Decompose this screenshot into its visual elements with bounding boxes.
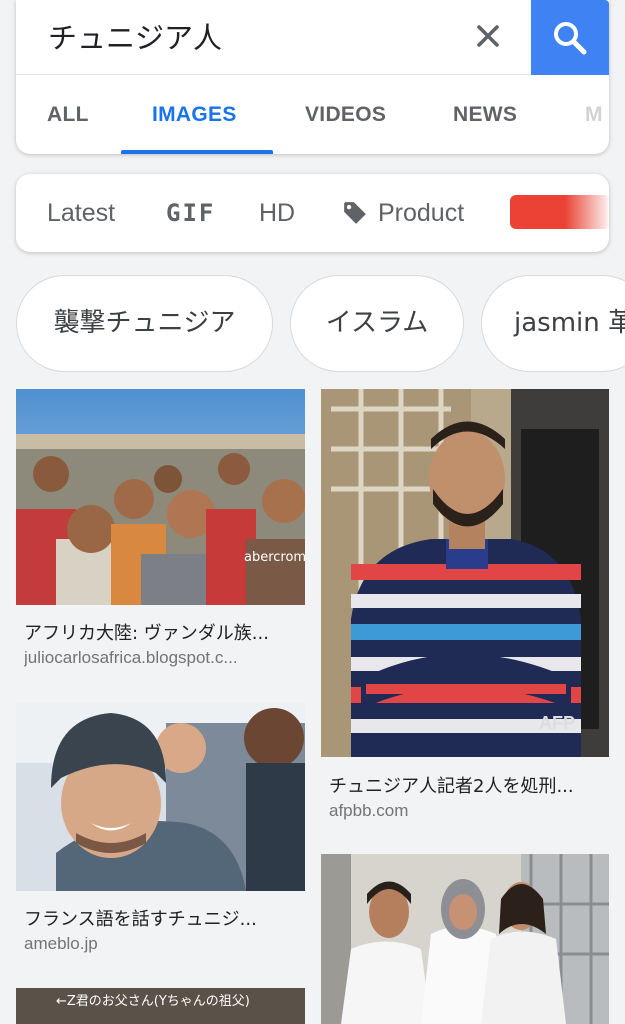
search-icon — [554, 21, 587, 54]
related-chip[interactable]: 襲撃チュニジア — [16, 275, 273, 372]
image-result[interactable] — [321, 854, 610, 1024]
search-button[interactable] — [531, 0, 609, 75]
image-result[interactable]: フランス語を話すチュニジ... ameblo.jp — [16, 703, 305, 963]
filter-bar: Latest GIF HD Product — [16, 174, 609, 252]
close-icon — [477, 25, 499, 47]
filter-gif[interactable]: GIF — [166, 174, 215, 252]
image-result[interactable]: ←Z君のお父さん(Yちゃんの祖父) — [16, 988, 305, 1024]
lab-women-photo — [321, 854, 609, 1024]
tab-videos[interactable]: VIDEOS — [305, 75, 386, 154]
result-source: afpbb.com — [329, 801, 409, 820]
tab-all[interactable]: ALL — [47, 75, 89, 154]
tab-news[interactable]: NEWS — [453, 75, 517, 154]
image-search-page: ALL IMAGES VIDEOS NEWS M Latest GIF HD P… — [0, 0, 625, 1024]
image-result[interactable]: abercromb アフリカ大陸: ヴァンダル族... juliocarlosa… — [16, 389, 305, 679]
result-thumbnail: ←Z君のお父さん(Yちゃんの祖父) — [16, 988, 305, 1024]
result-title: チュニジア人記者2人を処刑... — [329, 776, 574, 797]
children-photo: abercromb — [16, 389, 305, 605]
result-title: アフリカ大陸: ヴァンダル族... — [24, 623, 269, 644]
search-card: ALL IMAGES VIDEOS NEWS M — [16, 0, 609, 154]
tag-icon — [344, 202, 366, 224]
filter-product[interactable]: Product — [378, 174, 464, 252]
result-thumbnail: abercromb — [16, 389, 305, 605]
result-title: フランス語を話すチュニジ... — [24, 909, 257, 930]
active-tab-indicator — [121, 150, 273, 154]
tab-more[interactable]: M — [585, 75, 603, 154]
result-thumbnail — [321, 854, 609, 1024]
related-chip[interactable]: jasmin 革 — [481, 275, 625, 372]
search-input[interactable] — [46, 16, 446, 56]
clear-search-button[interactable] — [468, 16, 508, 56]
search-bar — [16, 0, 609, 75]
related-chip[interactable]: イスラム — [290, 275, 464, 372]
search-tabs: ALL IMAGES VIDEOS NEWS M — [16, 75, 609, 154]
tab-images[interactable]: IMAGES — [152, 75, 237, 154]
filter-latest[interactable]: Latest — [47, 174, 115, 252]
man-photo: AFP — [321, 389, 609, 757]
result-source: juliocarlosafrica.blogspot.c... — [24, 648, 238, 667]
beanie-man-photo — [16, 703, 305, 891]
color-filter-red[interactable] — [510, 195, 609, 229]
result-source: ameblo.jp — [24, 934, 98, 953]
image-result[interactable]: AFP チュニジア人記者2人を処刑... afpbb.com — [321, 389, 610, 824]
filter-hd[interactable]: HD — [259, 174, 295, 252]
result-thumbnail: AFP — [321, 389, 609, 757]
shirt-text: abercromb — [244, 550, 305, 565]
result-thumbnail — [16, 703, 305, 891]
caption-overlay: ←Z君のお父さん(Yちゃんの祖父) — [56, 994, 250, 1009]
watermark-text: AFP — [539, 713, 575, 733]
